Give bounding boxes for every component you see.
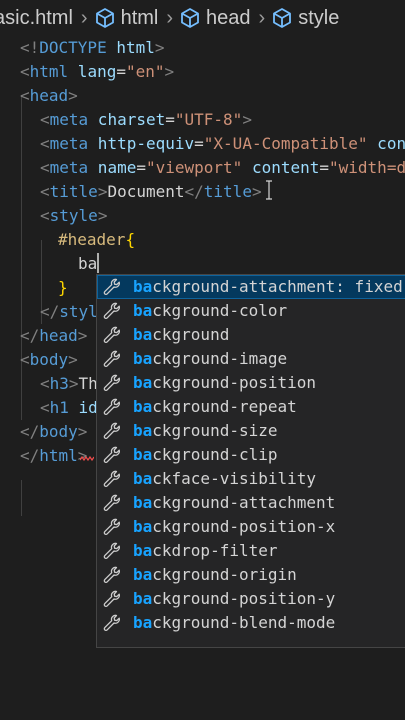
wrench-icon <box>103 590 121 608</box>
suggestion-item[interactable]: background-clip <box>97 443 405 467</box>
code-line: </styl <box>40 302 98 321</box>
cube-icon <box>271 7 293 29</box>
suggestion-label: background-position-y <box>133 589 336 608</box>
breadcrumb-label: html <box>120 6 159 29</box>
breadcrumb-item-file[interactable]: asic.html <box>0 7 73 30</box>
suggestion-label: background-clip <box>133 445 278 464</box>
suggestion-label: background-image <box>133 349 288 368</box>
wrench-icon <box>103 494 121 512</box>
wrench-icon <box>103 542 121 560</box>
suggestion-label: background-position <box>133 373 317 392</box>
suggestion-label: background-position-x <box>133 517 336 536</box>
wrench-icon <box>103 374 121 392</box>
suggestion-item[interactable]: backface-visibility <box>97 467 405 491</box>
suggestion-item[interactable]: background-size <box>97 419 405 443</box>
wrench-icon <box>103 422 121 440</box>
breadcrumb: asic.html › html › head › style <box>0 0 405 36</box>
wrench-icon <box>103 566 121 584</box>
cube-icon <box>94 7 116 29</box>
suggestion-item[interactable]: background-blend-mode <box>97 611 405 635</box>
wrench-icon <box>103 398 121 416</box>
suggestion-item[interactable]: background-origin <box>97 563 405 587</box>
wrench-icon <box>103 350 121 368</box>
chevron-right-icon: › <box>258 6 266 29</box>
suggestion-label: background-attachment: fixed <box>133 277 403 296</box>
suggestion-item[interactable]: background-attachment <box>97 491 405 515</box>
suggestion-item[interactable]: background-position <box>97 371 405 395</box>
breadcrumb-label: asic.html <box>0 6 73 29</box>
wrench-icon <box>103 518 121 536</box>
code-line: <meta http-equiv="X-UA-Compatible" con <box>40 134 405 153</box>
code-line: </head> <box>20 326 88 345</box>
code-line: </body> <box>20 422 88 441</box>
wrench-icon <box>103 470 121 488</box>
code-line: <!DOCTYPE html> <box>20 38 165 57</box>
suggestion-item[interactable]: backdrop-filter <box>97 539 405 563</box>
code-line: <style> <box>40 206 108 225</box>
suggestion-item[interactable]: background-attachment: fixed <box>97 275 405 299</box>
code-line: <h3>Th <box>40 374 98 393</box>
wrench-icon <box>103 278 121 296</box>
breadcrumb-item-html[interactable]: html <box>94 6 159 30</box>
wrench-icon <box>103 326 121 344</box>
code-line: <title>Document</title> <box>40 182 262 201</box>
code-line: <meta charset="UTF-8"> <box>40 110 252 129</box>
code-line: <body> <box>20 350 78 369</box>
breadcrumb-label: head <box>206 6 251 29</box>
suggestion-label: background-color <box>133 301 288 320</box>
suggestion-label: backdrop-filter <box>133 541 278 560</box>
breadcrumb-label: style <box>298 6 340 29</box>
wrench-icon <box>103 614 121 632</box>
indent-guide <box>21 480 22 516</box>
suggestion-item[interactable]: background-position-y <box>97 587 405 611</box>
suggestion-item[interactable]: background-image <box>97 347 405 371</box>
code-line: </html> <box>20 446 88 465</box>
wrench-icon <box>103 302 121 320</box>
suggestion-item[interactable]: background-position-x <box>97 515 405 539</box>
suggestion-label: backface-visibility <box>133 469 317 488</box>
code-line: <h1 id <box>40 398 98 417</box>
code-line: <head> <box>20 86 78 105</box>
suggestion-label: background <box>133 325 230 344</box>
cube-icon <box>179 7 201 29</box>
code-line: <html lang="en"> <box>20 62 175 81</box>
breadcrumb-item-head[interactable]: head <box>179 7 251 30</box>
chevron-right-icon: › <box>166 6 174 29</box>
chevron-right-icon: › <box>80 6 88 29</box>
code-line: <meta name="viewport" content="width=d <box>40 158 405 177</box>
suggestion-label: background-attachment <box>133 493 336 512</box>
suggestion-widget[interactable]: background-attachment: fixed background-c… <box>96 274 405 648</box>
mouse-ibeam-icon <box>266 180 272 200</box>
wrench-icon <box>103 446 121 464</box>
suggestion-label: background-size <box>133 421 278 440</box>
code-line: #header{ <box>58 230 136 249</box>
code-line-active[interactable]: ba <box>78 252 100 276</box>
error-squiggle <box>80 456 94 462</box>
suggestion-item[interactable]: background <box>97 323 405 347</box>
suggestion-label: background-blend-mode <box>133 613 336 632</box>
suggestion-label: background-origin <box>133 565 297 584</box>
suggestion-item[interactable]: background-repeat <box>97 395 405 419</box>
suggestion-item[interactable]: background-color <box>97 299 405 323</box>
suggestion-label: background-repeat <box>133 397 297 416</box>
text-cursor <box>97 253 100 273</box>
code-line: } <box>58 278 68 297</box>
breadcrumb-item-style[interactable]: style <box>271 7 339 30</box>
